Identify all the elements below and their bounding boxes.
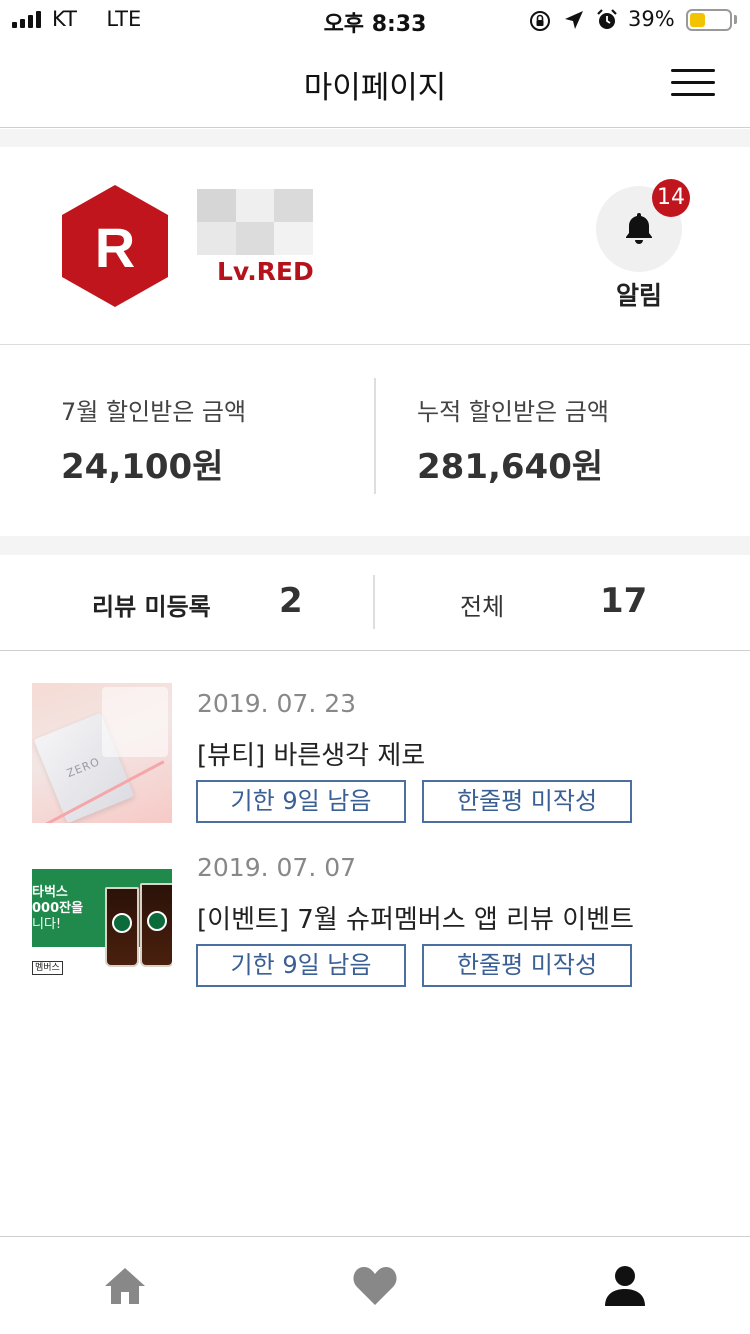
page-title: 마이페이지 [303,70,447,106]
monthly-discount-label: 7월 할인받은 금액 [61,398,247,426]
event-thumbnail: 타벅스 000잔을 니다! 멤버스 [32,847,172,987]
hamburger-menu-icon[interactable] [671,68,717,98]
tab-home[interactable] [0,1237,250,1334]
item-date: 2019. 07. 07 [197,853,357,882]
battery-tip [734,15,737,24]
person-icon [605,1266,645,1306]
battery-fill [690,13,705,27]
unregistered-label: 리뷰 미등록 [92,593,211,621]
home-icon [105,1268,145,1304]
monthly-discount-value: 24,100원 [61,447,224,487]
discount-summary: 7월 할인받은 금액 24,100원 누적 할인받은 금액 281,640원 [0,346,750,536]
item-title: [이벤트] 7월 슈퍼멤버스 앱 리뷰 이벤트 [197,905,634,935]
battery-percentage: 39% [628,7,675,31]
level-badge-logo: R [62,185,168,307]
status-bar: KT LTE 오후 8:33 39% [0,0,750,42]
total-label: 전체 [460,593,505,621]
review-status-tag[interactable]: 한줄평 미작성 [422,780,632,823]
app-header: 마이페이지 [0,42,750,128]
item-title: [뷰티] 바른생각 제로 [197,741,426,771]
cumulative-discount-value: 281,640원 [417,447,604,487]
thumbnail-line: 타벅스 [32,885,68,900]
list-item[interactable]: 타벅스 000잔을 니다! 멤버스 2019. 07. 07 [이벤트] 7월 … [0,847,750,991]
tab-unregistered-reviews[interactable]: 리뷰 미등록 2 [0,555,374,651]
notification-label[interactable]: 알림 [596,276,682,312]
summary-divider [374,378,376,494]
tab-all-reviews[interactable]: 전체 17 [376,555,750,651]
bell-icon [626,213,652,244]
counts-divider [373,575,375,629]
thumbnail-badge: 멤버스 [32,961,63,975]
tab-favorites[interactable] [250,1237,500,1334]
member-level: Lv.RED [217,257,314,286]
deadline-tag[interactable]: 기한 9일 남음 [196,780,406,823]
product-thumbnail: ZERO [32,683,172,823]
alarm-clock-icon [597,9,617,29]
location-arrow-icon [565,11,583,29]
blurred-username [197,189,313,255]
total-count: 17 [600,581,648,621]
screen: KT LTE 오후 8:33 39% 마이페이지 R Lv.RED 14 알림 … [0,0,750,1334]
cumulative-discount-label: 누적 할인받은 금액 [417,398,609,426]
section-spacer [0,536,750,555]
battery-icon [686,9,732,31]
notification-count-badge: 14 [652,179,690,217]
list-item[interactable]: ZERO 2019. 07. 23 [뷰티] 바른생각 제로 기한 9일 남음 … [0,683,750,827]
review-count-tabs: 리뷰 미등록 2 전체 17 [0,555,750,651]
profile-section: R Lv.RED 14 알림 [0,147,750,345]
item-date: 2019. 07. 23 [197,689,357,718]
bottom-tab-bar [0,1236,750,1334]
section-spacer [0,129,750,147]
thumbnail-line: 000잔을 [32,901,84,916]
review-status-tag[interactable]: 한줄평 미작성 [422,944,632,987]
tab-my-page[interactable] [500,1237,750,1334]
orientation-lock-icon [530,11,550,31]
thumbnail-line: 니다! [32,917,62,932]
heart-icon [353,1267,397,1305]
logo-letter: R [95,216,135,279]
unregistered-count: 2 [279,581,303,621]
deadline-tag[interactable]: 기한 9일 남음 [196,944,406,987]
